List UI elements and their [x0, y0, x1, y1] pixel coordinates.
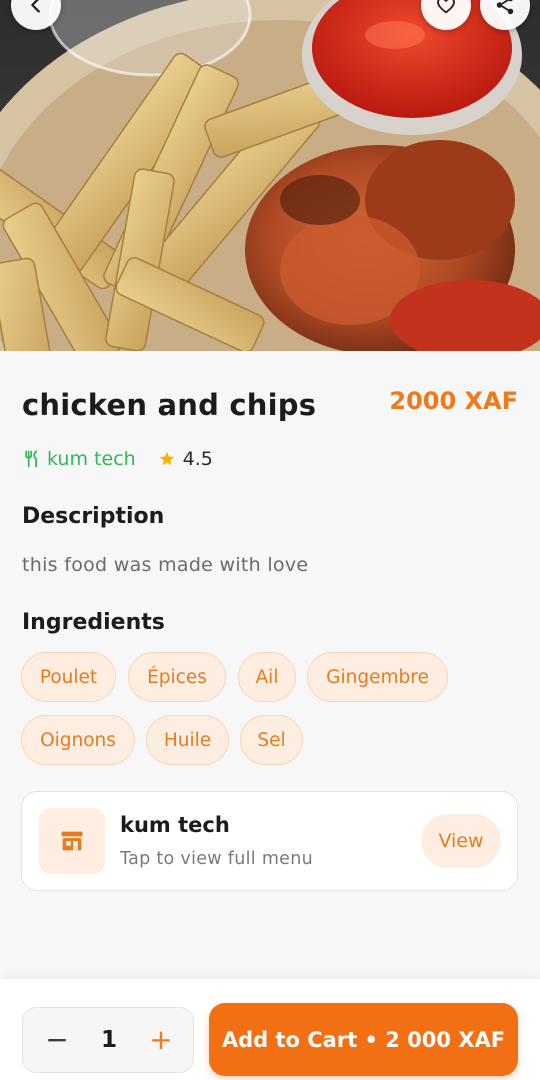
bottom-cart-bar: − 1 + Add to Cart • 2 000 XAF	[0, 979, 540, 1080]
heart-icon	[437, 0, 455, 14]
quantity-stepper: − 1 +	[22, 1007, 194, 1073]
restaurant-link[interactable]: kum tech	[47, 448, 136, 470]
fork-knife-icon	[22, 449, 42, 469]
food-price: 2000 XAF	[389, 387, 518, 415]
ingredient-chip: Épices	[128, 652, 226, 702]
ingredient-chip: Sel	[240, 715, 303, 765]
description-text: this food was made with love	[22, 554, 309, 576]
view-menu-button[interactable]: View	[421, 814, 501, 868]
share-icon	[496, 0, 514, 15]
meta-row: kum tech 4.5	[22, 448, 213, 470]
food-photo-illustration	[0, 0, 540, 351]
title-row: chicken and chips 2000 XAF	[22, 387, 518, 422]
storefront-icon	[39, 808, 105, 874]
ingredient-chip: Gingembre	[307, 652, 448, 702]
ingredient-chip: Oignons	[21, 715, 135, 765]
food-detail-screen: chicken and chips 2000 XAF kum tech 4.5 …	[0, 0, 540, 1080]
restaurant-card-subtitle: Tap to view full menu	[120, 849, 314, 869]
ingredient-chip: Ail	[238, 652, 296, 702]
star-icon	[158, 450, 176, 468]
ingredients-heading: Ingredients	[22, 610, 165, 635]
restaurant-card[interactable]: kum tech Tap to view full menu View	[21, 791, 518, 891]
quantity-value: 1	[100, 1026, 117, 1053]
ingredient-chip: Huile	[146, 715, 229, 765]
food-image	[0, 0, 540, 351]
increase-quantity-button[interactable]: +	[135, 1008, 187, 1071]
arrow-left-icon	[31, 0, 40, 13]
description-heading: Description	[22, 504, 165, 529]
add-to-cart-button[interactable]: Add to Cart • 2 000 XAF	[209, 1003, 518, 1076]
ingredient-chip: Poulet	[21, 652, 116, 702]
food-title: chicken and chips	[22, 388, 317, 422]
rating-value: 4.5	[182, 448, 213, 470]
decrease-quantity-button[interactable]: −	[31, 1008, 83, 1071]
restaurant-card-name: kum tech	[120, 813, 230, 837]
